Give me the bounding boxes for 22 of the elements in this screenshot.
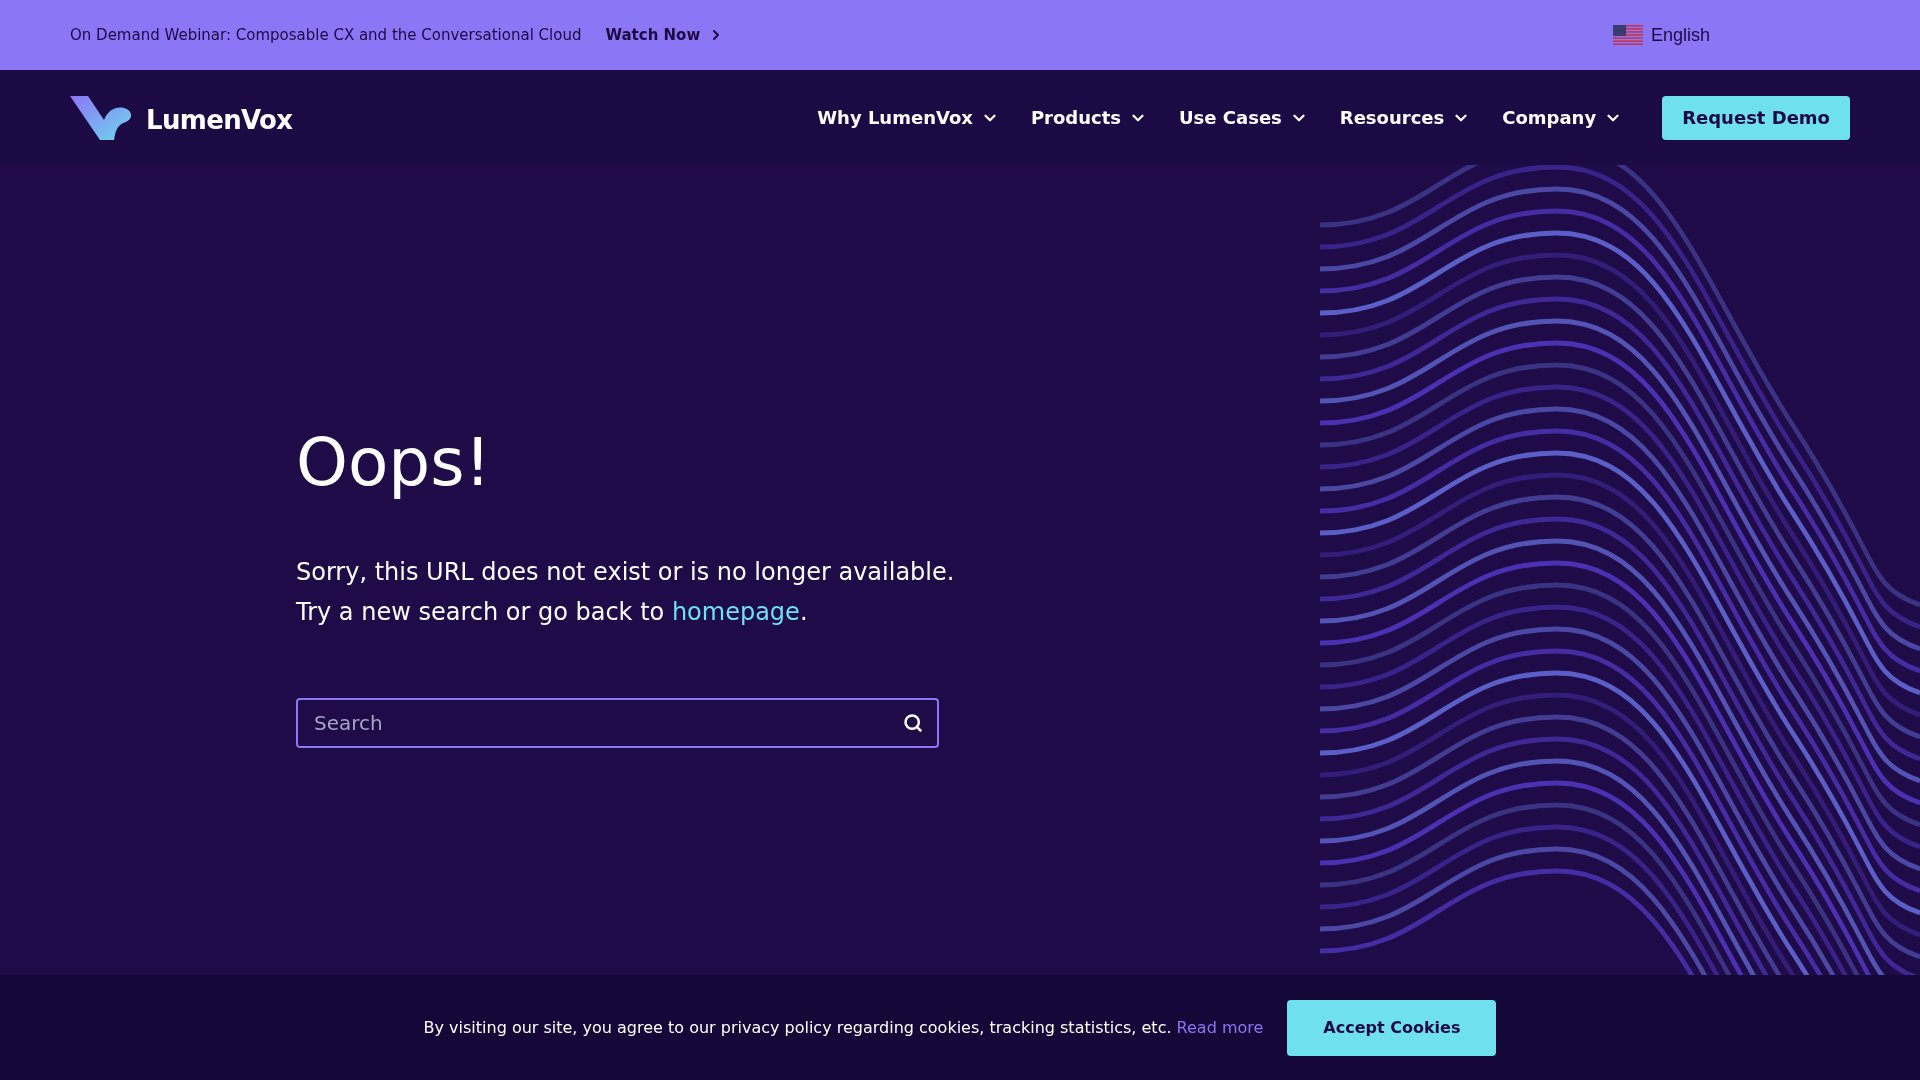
search-icon[interactable]: [903, 712, 923, 733]
search-field[interactable]: Search: [296, 697, 939, 748]
read-more-link[interactable]: Read more: [1176, 1017, 1264, 1037]
flag-icon: [1612, 25, 1643, 45]
nav-menu-item[interactable]: Why LumenVox: [817, 104, 999, 131]
cookie-notice-text: By visiting our site, you agree to our privacy policy regarding cookies, tracking statistics, etc.: [423, 1017, 1172, 1037]
logo-icon: [70, 95, 134, 140]
nav-menu-item[interactable]: Company: [1502, 104, 1623, 131]
announcement-text: On Demand Webinar: Composable CX and the Conversational Cloud: [70, 24, 582, 46]
error-message: Sorry, this URL does not exist or is no longer available.: [296, 556, 956, 588]
error-title: Oops!: [296, 422, 493, 503]
request-demo-button[interactable]: Request Demo: [1662, 95, 1850, 140]
accept-cookies-button[interactable]: Accept Cookies: [1287, 999, 1497, 1056]
watch-now-link[interactable]: Watch Now: [605, 23, 725, 47]
nav-menu-item[interactable]: Resources: [1339, 104, 1471, 131]
nav-menu-item[interactable]: Use Cases: [1179, 104, 1308, 131]
nav-menu-item[interactable]: Products: [1030, 104, 1147, 131]
language-selector[interactable]: English: [1612, 21, 1710, 49]
period-text: .: [799, 597, 808, 626]
logo-wordmark: LumenVox: [146, 103, 293, 137]
error-suggestion: Try a new search or go back to: [296, 597, 665, 626]
homepage-link[interactable]: homepage: [671, 597, 800, 626]
